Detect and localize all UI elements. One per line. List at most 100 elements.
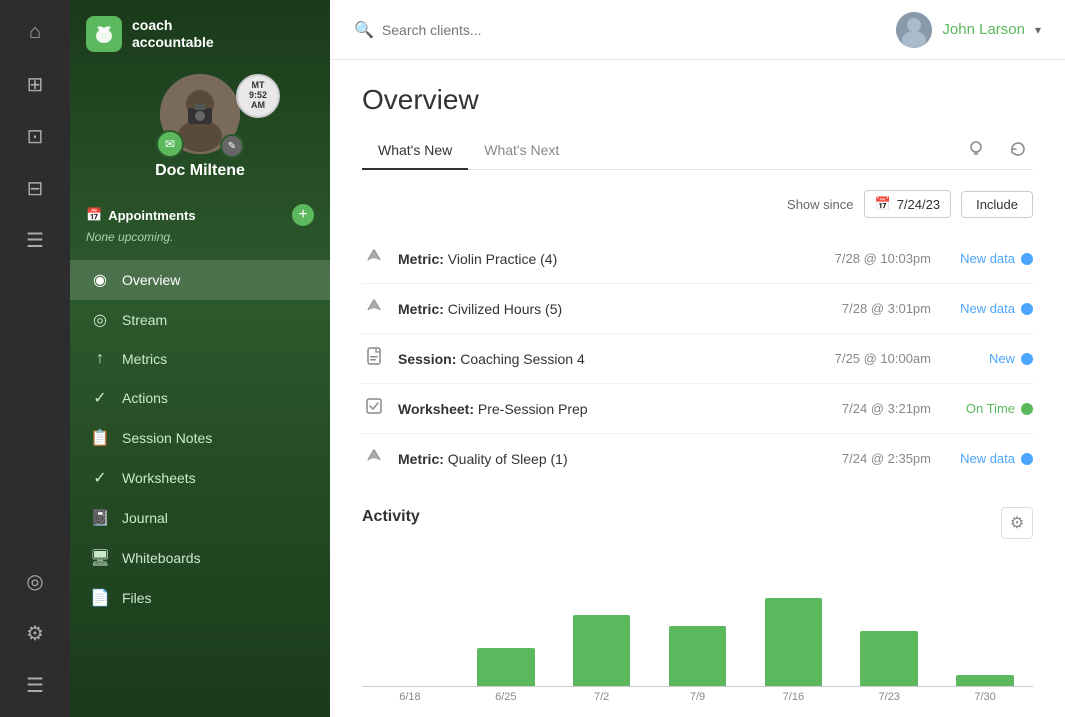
nav-item-actions[interactable]: ✓ Actions xyxy=(70,378,330,418)
chart-header: Activity ⚙ xyxy=(362,507,1033,539)
activity-time: 7/28 @ 3:01pm xyxy=(791,301,931,316)
nav-item-files[interactable]: 📄 Files xyxy=(70,578,330,618)
chart-label: 7/2 xyxy=(554,691,650,703)
chart-label: 7/9 xyxy=(650,691,746,703)
activity-chart xyxy=(362,547,1033,687)
show-since-row: Show since 📅 7/24/23 Include xyxy=(362,190,1033,218)
activity-status: On Time xyxy=(943,401,1033,416)
logo-text: coach accountable xyxy=(132,17,214,51)
activity-item[interactable]: Metric: Quality of Sleep (1) 7/24 @ 2:35… xyxy=(362,434,1033,483)
nav-item-worksheets[interactable]: ✓ Worksheets xyxy=(70,458,330,498)
nav-label-worksheets: Worksheets xyxy=(122,470,196,486)
chart-bar xyxy=(573,615,631,687)
activity-text: Session: Coaching Session 4 xyxy=(398,351,779,367)
journal-icon: 📓 xyxy=(90,508,110,528)
time-badge: MT 9:52 AM xyxy=(236,74,280,118)
calendar-icon: 📅 xyxy=(86,207,102,223)
files-nav-icon[interactable]: ☰ xyxy=(13,663,57,707)
activity-text: Worksheet: Pre-Session Prep xyxy=(398,401,779,417)
home-nav-icon[interactable]: ⌂ xyxy=(13,10,57,54)
refresh-icon[interactable] xyxy=(1003,134,1033,164)
appointments-title: 📅 Appointments xyxy=(86,207,196,223)
nav-label-stream: Stream xyxy=(122,312,167,328)
include-button[interactable]: Include xyxy=(961,191,1033,218)
nav-item-overview[interactable]: ◉ Overview xyxy=(70,260,330,300)
chart-bar-group xyxy=(841,547,937,686)
status-dot xyxy=(1021,253,1033,265)
email-badge-icon[interactable]: ✉ xyxy=(156,130,184,158)
chart-bar-group xyxy=(554,547,650,686)
activity-item[interactable]: Metric: Violin Practice (4) 7/28 @ 10:03… xyxy=(362,234,1033,284)
chart-bar-group xyxy=(650,547,746,686)
show-since-label: Show since xyxy=(787,197,853,212)
nav-label-whiteboards: Whiteboards xyxy=(122,550,201,566)
appointments-none-text: None upcoming. xyxy=(86,230,314,244)
activity-time: 7/24 @ 3:21pm xyxy=(791,401,931,416)
tab-whats-next[interactable]: What's Next xyxy=(468,132,575,170)
icon-bar: ⌂ ⊞ ⊡ ⊟ ☰ ◎ ⚙ ☰ xyxy=(0,0,70,717)
circle-nav-icon[interactable]: ◎ xyxy=(13,559,57,603)
sidebar-logo[interactable]: coach accountable xyxy=(70,0,330,64)
book-nav-icon[interactable]: ☰ xyxy=(13,218,57,262)
top-bar: 🔍 John Larson ▾ xyxy=(330,0,1065,60)
user-area[interactable]: John Larson ▾ xyxy=(896,12,1041,48)
chart-bar xyxy=(860,631,918,686)
nav-item-journal[interactable]: 📓 Journal xyxy=(70,498,330,538)
chart-settings-button[interactable]: ⚙ xyxy=(1001,507,1033,539)
status-dot xyxy=(1021,453,1033,465)
search-input[interactable] xyxy=(382,22,880,38)
activity-status: New xyxy=(943,351,1033,366)
activity-type-icon xyxy=(362,346,386,371)
nav-item-session-notes[interactable]: 📋 Session Notes xyxy=(70,418,330,458)
activity-time: 7/25 @ 10:00am xyxy=(791,351,931,366)
chart-bar xyxy=(477,648,535,687)
search-icon: 🔍 xyxy=(354,20,374,40)
activity-text: Metric: Civilized Hours (5) xyxy=(398,301,779,317)
activity-status: New data xyxy=(943,251,1033,266)
activity-item[interactable]: Session: Coaching Session 4 7/25 @ 10:00… xyxy=(362,334,1033,384)
edit-badge-icon[interactable]: ✎ xyxy=(220,134,244,158)
nav-item-stream[interactable]: ◎ Stream xyxy=(70,300,330,340)
search-box: 🔍 xyxy=(354,20,880,40)
nav-item-whiteboards[interactable]: 🖥 Whiteboards xyxy=(70,538,330,578)
activity-status: New data xyxy=(943,301,1033,316)
worksheets-icon: ✓ xyxy=(90,468,110,488)
chart-label: 6/25 xyxy=(458,691,554,703)
activity-type-icon xyxy=(362,396,386,421)
files-icon: 📄 xyxy=(90,588,110,608)
stream-icon: ◎ xyxy=(90,310,110,330)
status-dot xyxy=(1021,403,1033,415)
overview-icon: ◉ xyxy=(90,270,110,290)
nav-label-actions: Actions xyxy=(122,390,168,406)
chart-bar xyxy=(956,675,1014,686)
activity-item[interactable]: Worksheet: Pre-Session Prep 7/24 @ 3:21p… xyxy=(362,384,1033,434)
user-avatar xyxy=(896,12,932,48)
chart-bar xyxy=(669,626,727,687)
status-dot xyxy=(1021,303,1033,315)
activity-item[interactable]: Metric: Civilized Hours (5) 7/28 @ 3:01p… xyxy=(362,284,1033,334)
network-nav-icon[interactable]: ⊞ xyxy=(13,62,57,106)
appointments-section: 📅 Appointments + None upcoming. xyxy=(70,196,330,252)
activity-time: 7/28 @ 10:03pm xyxy=(791,251,931,266)
chart-label: 7/16 xyxy=(745,691,841,703)
chart-nav-icon[interactable]: ⊟ xyxy=(13,166,57,210)
activity-time: 7/24 @ 2:35pm xyxy=(791,451,931,466)
nav-label-files: Files xyxy=(122,590,152,606)
chart-bar-group xyxy=(362,547,458,686)
page-title: Overview xyxy=(362,84,1033,116)
chart-bar-group xyxy=(745,547,841,686)
tab-whats-new[interactable]: What's New xyxy=(362,132,468,170)
add-appointment-button[interactable]: + xyxy=(292,204,314,226)
session-notes-icon: 📋 xyxy=(90,428,110,448)
settings-nav-icon[interactable]: ⚙ xyxy=(13,611,57,655)
chart-label: 7/23 xyxy=(841,691,937,703)
date-picker[interactable]: 📅 7/24/23 xyxy=(864,190,952,218)
nav-item-metrics[interactable]: ↑ Metrics xyxy=(70,340,330,378)
activity-status: New data xyxy=(943,451,1033,466)
briefcase-nav-icon[interactable]: ⊡ xyxy=(13,114,57,158)
lightbulb-icon[interactable] xyxy=(961,134,991,164)
nav-label-journal: Journal xyxy=(122,510,168,526)
main-content: 🔍 John Larson ▾ Overview What's New What… xyxy=(330,0,1065,717)
activity-list: Metric: Violin Practice (4) 7/28 @ 10:03… xyxy=(362,234,1033,483)
user-chevron-icon: ▾ xyxy=(1035,23,1041,37)
